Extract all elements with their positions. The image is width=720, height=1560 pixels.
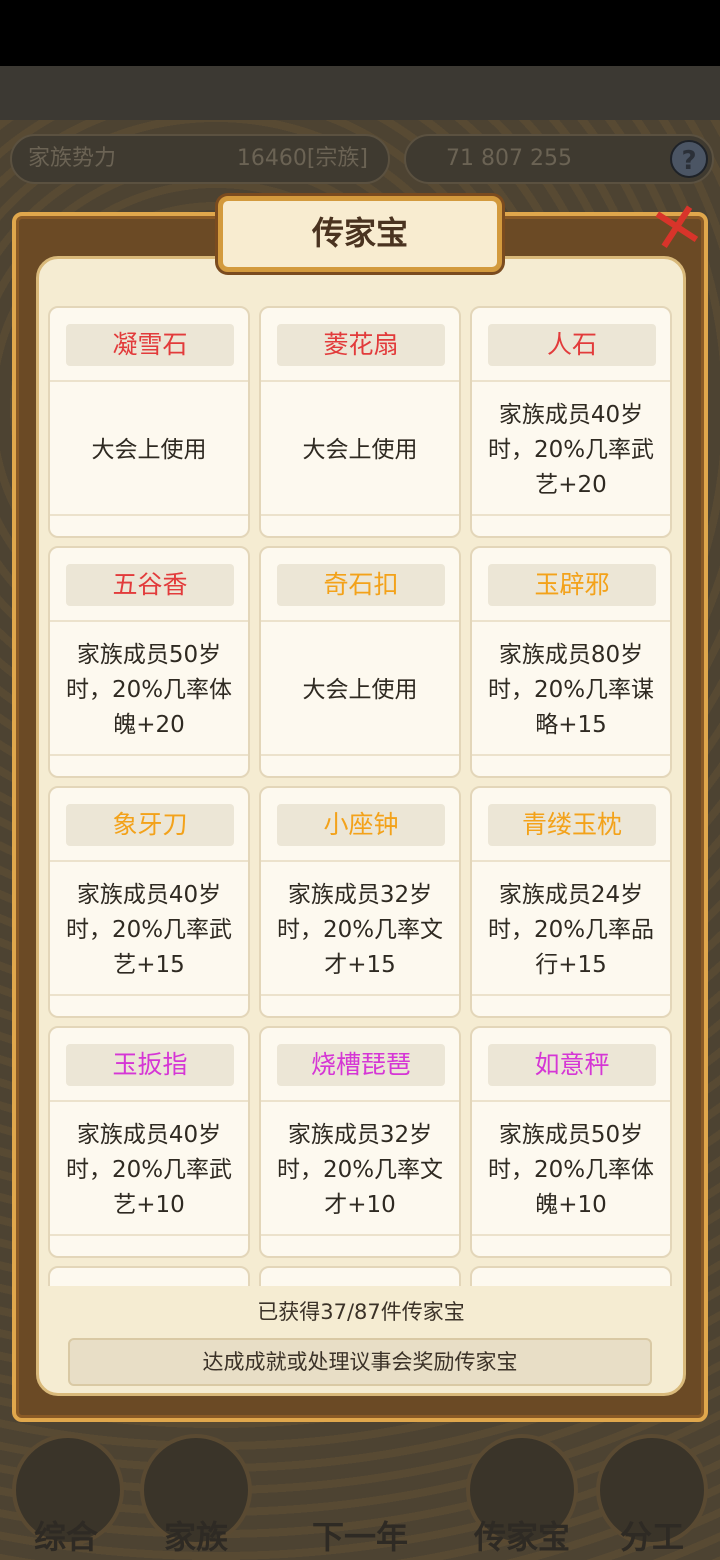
divider bbox=[472, 514, 670, 516]
divider bbox=[50, 1234, 248, 1236]
heirloom-name: 菱花扇 bbox=[277, 324, 445, 366]
heirloom-name: 玉辟邪 bbox=[488, 564, 656, 606]
heirloom-desc: 家族成员40岁时，20%几率武艺+15 bbox=[65, 881, 233, 978]
heirloom-card[interactable]: 烧槽琵琶 家族成员32岁时，20%几率文才+10 bbox=[259, 1026, 461, 1258]
heirloom-card[interactable]: 凝雪石 大会上使用 bbox=[48, 306, 250, 538]
divider bbox=[261, 1234, 459, 1236]
heirloom-desc: 家族成员40岁时，20%几率武艺+20 bbox=[487, 401, 655, 498]
nav-family[interactable]: 家族 bbox=[136, 1512, 256, 1558]
divider bbox=[261, 994, 459, 996]
heirloom-card[interactable]: 人石 家族成员40岁时，20%几率武艺+20 bbox=[470, 306, 672, 538]
status-bar bbox=[0, 0, 720, 66]
close-icon[interactable]: ✕ bbox=[633, 187, 720, 277]
modal-title: 传家宝 bbox=[218, 196, 502, 272]
heirloom-desc: 大会上使用 bbox=[91, 436, 207, 463]
collected-count: 已获得37/87件传家宝 bbox=[257, 1300, 465, 1324]
divider bbox=[472, 754, 670, 756]
divider bbox=[50, 994, 248, 996]
divider bbox=[50, 514, 248, 516]
heirloom-desc: 家族成员32岁时，20%几率文才+10 bbox=[276, 1121, 444, 1218]
heirloom-name: 如意秤 bbox=[488, 1044, 656, 1086]
heirloom-desc: 大会上使用 bbox=[302, 436, 418, 463]
heirloom-card-partial[interactable] bbox=[48, 1266, 250, 1286]
heirloom-name: 奇石扣 bbox=[277, 564, 445, 606]
heirloom-grid[interactable]: 凝雪石 大会上使用 菱花扇 大会上使用 人石 家族成员40岁时，20%几率武艺+… bbox=[44, 300, 676, 1286]
heirloom-name: 五谷香 bbox=[66, 564, 234, 606]
divider bbox=[261, 754, 459, 756]
family-power-stat: 家族势力 16460[宗族] bbox=[10, 134, 390, 184]
nav-overview[interactable]: 综合 bbox=[6, 1512, 126, 1558]
heirloom-name: 象牙刀 bbox=[66, 804, 234, 846]
help-icon[interactable]: ? bbox=[670, 140, 708, 178]
heirloom-name: 人石 bbox=[488, 324, 656, 366]
heirloom-card[interactable]: 五谷香 家族成员50岁时，20%几率体魄+20 bbox=[48, 546, 250, 778]
heirloom-name: 凝雪石 bbox=[66, 324, 234, 366]
power-label: 家族势力 bbox=[28, 146, 117, 171]
heirloom-desc: 大会上使用 bbox=[302, 676, 418, 703]
heirloom-name: 青缕玉枕 bbox=[488, 804, 656, 846]
divider bbox=[261, 514, 459, 516]
divider bbox=[472, 1234, 670, 1236]
nav-next-year[interactable]: 下一年 bbox=[300, 1512, 420, 1558]
divider bbox=[50, 754, 248, 756]
nav-heirloom[interactable]: 传家宝 bbox=[462, 1512, 582, 1558]
heirloom-desc: 家族成员40岁时，20%几率武艺+10 bbox=[65, 1121, 233, 1218]
heirloom-name: 小座钟 bbox=[277, 804, 445, 846]
resource-values: 71 807 255 bbox=[446, 146, 572, 171]
heirloom-card[interactable]: 小座钟 家族成员32岁时，20%几率文才+15 bbox=[259, 786, 461, 1018]
heirloom-card[interactable]: 青缕玉枕 家族成员24岁时，20%几率品行+15 bbox=[470, 786, 672, 1018]
reward-hint: 达成成就或处理议事会奖励传家宝 bbox=[68, 1338, 652, 1386]
nav-tasks[interactable]: 分工 bbox=[592, 1512, 712, 1558]
heirloom-card[interactable]: 象牙刀 家族成员40岁时，20%几率武艺+15 bbox=[48, 786, 250, 1018]
heirloom-desc: 家族成员80岁时，20%几率谋略+15 bbox=[487, 641, 655, 738]
bottom-nav: 综合 家族 下一年 传家宝 分工 bbox=[0, 1430, 720, 1560]
heirloom-card-partial[interactable] bbox=[259, 1266, 461, 1286]
heirloom-card[interactable]: 玉辟邪 家族成员80岁时，20%几率谋略+15 bbox=[470, 546, 672, 778]
heirloom-name: 烧槽琵琶 bbox=[277, 1044, 445, 1086]
heirloom-card[interactable]: 奇石扣 大会上使用 bbox=[259, 546, 461, 778]
heirloom-desc: 家族成员32岁时，20%几率文才+15 bbox=[276, 881, 444, 978]
heirloom-card[interactable]: 如意秤 家族成员50岁时，20%几率体魄+10 bbox=[470, 1026, 672, 1258]
heirloom-card-partial[interactable] bbox=[470, 1266, 672, 1286]
top-band bbox=[0, 66, 720, 120]
heirloom-desc: 家族成员24岁时，20%几率品行+15 bbox=[487, 881, 655, 978]
heirloom-card[interactable]: 玉扳指 家族成员40岁时，20%几率武艺+10 bbox=[48, 1026, 250, 1258]
power-value: 16460[宗族] bbox=[236, 146, 368, 171]
heirloom-card[interactable]: 菱花扇 大会上使用 bbox=[259, 306, 461, 538]
heirloom-desc: 家族成员50岁时，20%几率体魄+10 bbox=[487, 1121, 655, 1218]
heirloom-name: 玉扳指 bbox=[66, 1044, 234, 1086]
divider bbox=[472, 994, 670, 996]
resource-stat: 71 807 255 ? bbox=[404, 134, 714, 184]
heirloom-desc: 家族成员50岁时，20%几率体魄+20 bbox=[65, 641, 233, 738]
